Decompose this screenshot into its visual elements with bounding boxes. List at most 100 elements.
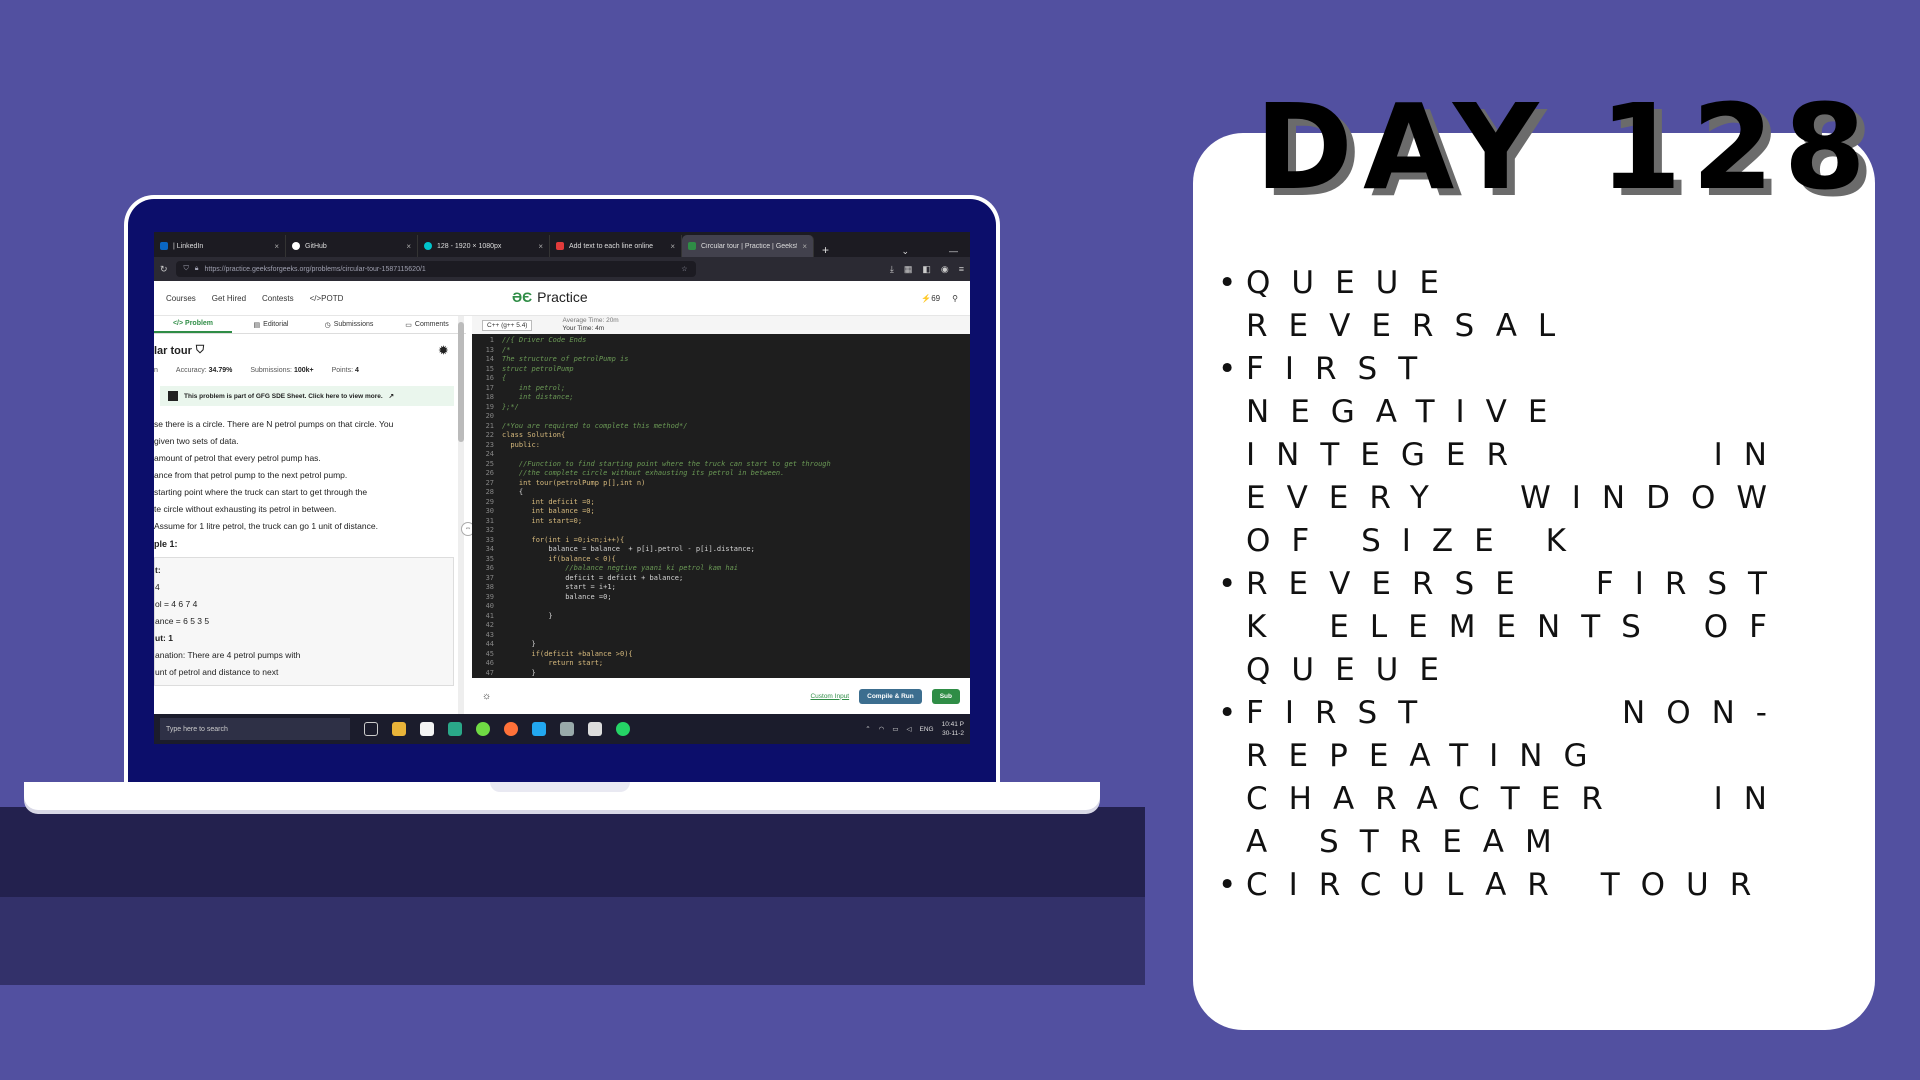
tab-problem[interactable]: </> Problem [154, 316, 232, 333]
address-bar[interactable]: ⛉ 🔒︎ https://practice.geeksforgeeks.org/… [175, 261, 696, 277]
security-icon[interactable] [588, 722, 602, 736]
code-line[interactable]: int balance =0; [502, 507, 831, 517]
download-icon[interactable]: ⤓ [890, 264, 894, 275]
site-header: Courses Get Hired Contests </>POTD ƏЄ Pr… [154, 281, 970, 316]
code-line[interactable]: start = i+1; [502, 583, 831, 593]
code-line[interactable]: int deficit =0; [502, 498, 831, 508]
star-icon[interactable]: ☆ [681, 265, 687, 273]
calendar-icon[interactable] [420, 722, 434, 736]
code-line[interactable]: /*You are required to complete this meth… [502, 422, 831, 432]
submit-button[interactable]: Sub [931, 688, 960, 704]
code-line[interactable]: return start; [502, 659, 831, 669]
vscode-icon[interactable] [532, 722, 546, 736]
code-line[interactable]: //balance negtive yaani ki petrol kam ha… [502, 564, 831, 574]
language-indicator[interactable]: ENG [919, 726, 933, 733]
close-icon[interactable]: × [538, 242, 543, 251]
new-tab-icon[interactable]: + [814, 243, 837, 257]
chevron-up-icon[interactable]: ⌃ [865, 725, 870, 733]
code-line[interactable]: balance =0; [502, 593, 831, 603]
extension-icon[interactable]: ◧ [922, 264, 931, 275]
settings-icon[interactable] [560, 722, 574, 736]
close-icon[interactable]: × [406, 242, 411, 251]
code-line[interactable]: int start=0; [502, 517, 831, 527]
tab-editorial[interactable]: ▤ Editorial [232, 316, 310, 333]
gfg-logo[interactable]: ƏЄ Practice [512, 289, 588, 305]
taskbar-search[interactable]: Type here to search [160, 718, 350, 740]
tab-submissions[interactable]: ◷ Submissions [310, 316, 388, 333]
code-line[interactable]: int distance; [502, 393, 831, 403]
code-line[interactable]: { [502, 374, 831, 384]
scroll-thumb[interactable] [458, 322, 464, 442]
apps-icon[interactable]: ▦ [904, 264, 913, 275]
code-line[interactable]: } [502, 640, 831, 650]
code-line[interactable]: } [502, 669, 831, 679]
shelf-top [0, 807, 1145, 897]
code-line[interactable]: balance = balance + p[i].petrol - p[i].d… [502, 545, 831, 555]
close-icon[interactable]: × [670, 242, 675, 251]
menu-icon[interactable]: ≡ [959, 264, 964, 275]
bug-icon[interactable]: ✹ [439, 344, 448, 357]
tab-list-icon[interactable]: ⌄ [901, 246, 909, 257]
code-line[interactable] [502, 631, 831, 641]
code-line[interactable]: { [502, 488, 831, 498]
volume-icon[interactable]: ◁ [906, 725, 911, 733]
code-line[interactable]: } [502, 612, 831, 622]
nav-courses[interactable]: Courses [166, 294, 196, 303]
compile-run-button[interactable]: Compile & Run [859, 688, 922, 704]
code-line[interactable] [502, 621, 831, 631]
nav-contests[interactable]: Contests [262, 294, 294, 303]
code-line[interactable] [502, 450, 831, 460]
code-line[interactable]: //Function to find starting point where … [502, 460, 831, 470]
browser-tab[interactable]: Add text to each line online × [550, 235, 682, 257]
battery-icon[interactable]: ▭ [892, 725, 898, 733]
browser-tab-active[interactable]: Circular tour | Practice | GeeksforGe × [682, 235, 814, 257]
code-line[interactable]: if(deficit +balance >0){ [502, 650, 831, 660]
streak-badge[interactable]: ⚡69 [921, 294, 940, 303]
minimize-icon[interactable]: — [949, 246, 958, 257]
nav-get-hired[interactable]: Get Hired [212, 294, 246, 303]
sde-sheet-banner[interactable]: This problem is part of GFG SDE Sheet. C… [160, 386, 454, 406]
tab-comments[interactable]: ▭ Comments [388, 316, 466, 333]
vscode-insiders-icon[interactable] [448, 722, 462, 736]
browser-tab[interactable]: | LinkedIn × [154, 235, 286, 257]
code-line[interactable]: //the complete circle without exhausting… [502, 469, 831, 479]
code-line[interactable]: if(balance < 0){ [502, 555, 831, 565]
close-icon[interactable]: × [274, 242, 279, 251]
code-line[interactable] [502, 412, 831, 422]
clock[interactable]: 10:41 P 30-11-2 [942, 720, 964, 738]
code-text[interactable]: //{ Driver Code Ends/* The structure of p… [498, 334, 831, 686]
close-icon[interactable]: × [802, 242, 807, 251]
whatsapp-icon[interactable] [616, 722, 630, 736]
code-line[interactable]: struct petrolPump [502, 365, 831, 375]
code-line[interactable]: };*/ [502, 403, 831, 413]
code-line[interactable]: The structure of petrolPump is [502, 355, 831, 365]
code-line[interactable]: for(int i =0;i<n;i++){ [502, 536, 831, 546]
code-line[interactable]: deficit = deficit + balance; [502, 574, 831, 584]
code-line[interactable]: int tour(petrolPump p[],int n) [502, 479, 831, 489]
task-view-icon[interactable] [364, 722, 378, 736]
search-icon[interactable]: ⚲ [952, 294, 958, 303]
code-line[interactable]: /* [502, 346, 831, 356]
code-line[interactable] [502, 526, 831, 536]
code-line[interactable] [502, 602, 831, 612]
theme-toggle-icon[interactable]: ☼ [482, 691, 491, 702]
wifi-icon[interactable]: ◠ [879, 725, 885, 733]
code-line[interactable]: int petrol; [502, 384, 831, 394]
bookmark-icon[interactable]: ⛉ [196, 344, 204, 357]
browser-tab[interactable]: GitHub × [286, 235, 418, 257]
code-line[interactable]: public: [502, 441, 831, 451]
nav-potd[interactable]: </>POTD [310, 294, 344, 303]
custom-input-link[interactable]: Custom Input [810, 693, 849, 700]
code-line[interactable]: class Solution{ [502, 431, 831, 441]
banner-text: This problem is part of GFG SDE Sheet. C… [184, 392, 383, 400]
code-area[interactable]: 1 13 14 15 16 17 18 19 20 21 22 23 24 25 26 27 28 29 30 31 3… [472, 334, 970, 686]
browser-tab[interactable]: 128 - 1920 × 1080px × [418, 235, 550, 257]
language-select[interactable]: C++ (g++ 5.4) [482, 319, 533, 331]
external-link-icon[interactable]: ↗ [389, 392, 394, 400]
upwork-icon[interactable] [476, 722, 490, 736]
firefox-icon[interactable] [504, 722, 518, 736]
reload-icon[interactable]: ↻ [160, 264, 168, 275]
file-explorer-icon[interactable] [392, 722, 406, 736]
code-line[interactable]: //{ Driver Code Ends [502, 336, 831, 346]
account-icon[interactable]: ◉ [941, 264, 949, 275]
